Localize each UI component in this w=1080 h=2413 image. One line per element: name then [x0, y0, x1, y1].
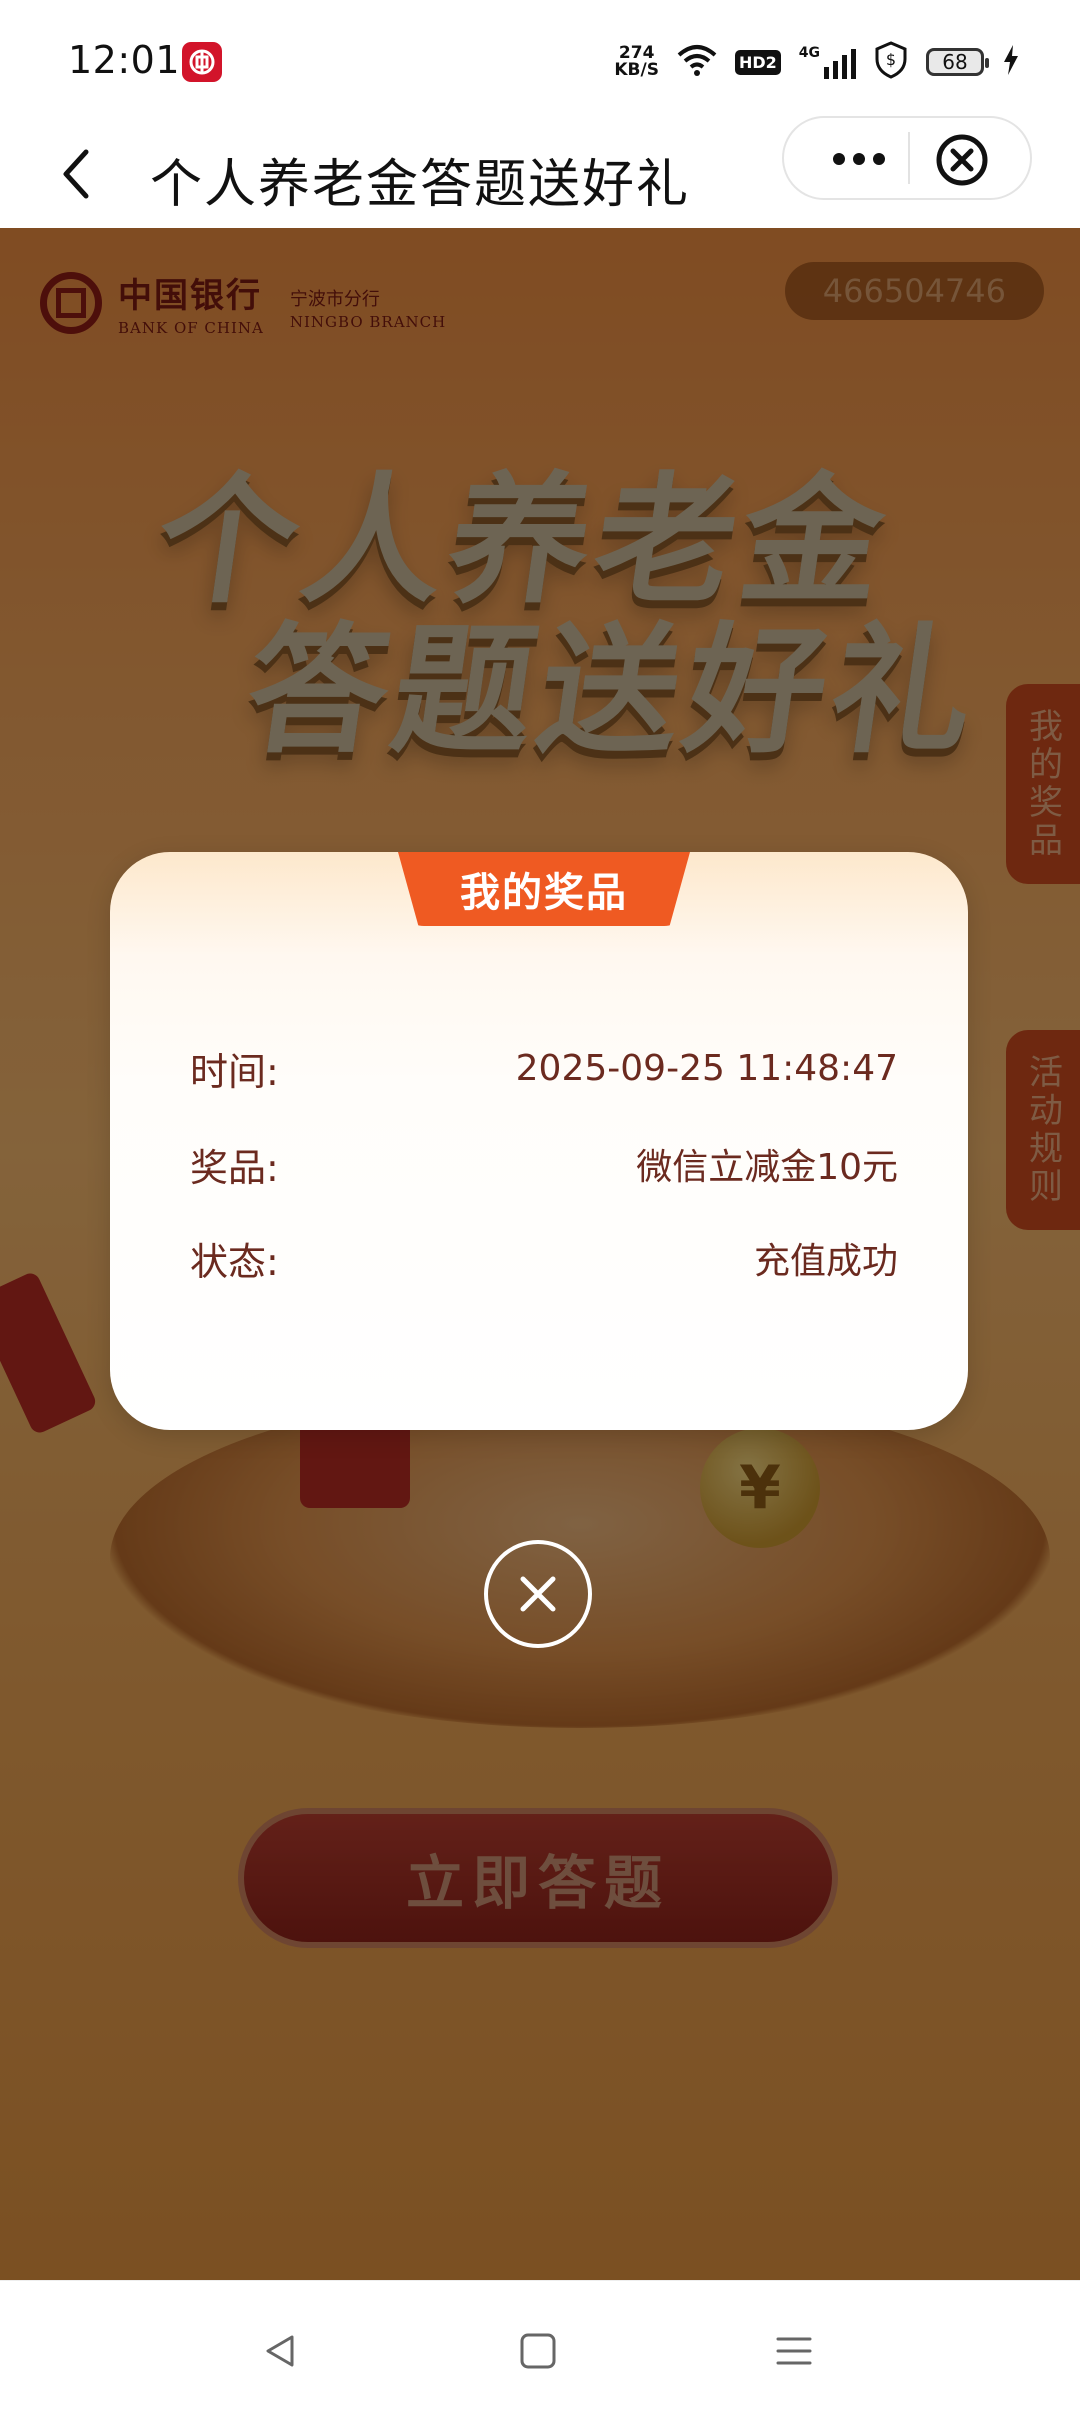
status-time: 12:01: [68, 38, 181, 82]
back-button[interactable]: [36, 134, 116, 214]
boc-app-icon: [182, 42, 222, 82]
more-button[interactable]: [824, 135, 894, 183]
prize-row-status: 状态: 充值成功: [190, 1228, 898, 1288]
status-value: 充值成功: [753, 1241, 898, 1282]
close-miniapp-button[interactable]: [932, 130, 992, 190]
dialog-close-button[interactable]: [484, 1540, 592, 1648]
time-value: 2025-09-25 11:48:47: [515, 1047, 898, 1089]
nav-back-button[interactable]: [250, 2321, 310, 2381]
close-circle-icon: [936, 134, 988, 186]
prize-value: 微信立减金10元: [636, 1147, 898, 1188]
shield-icon: $: [874, 41, 908, 83]
nav-recents-button[interactable]: [764, 2321, 824, 2381]
system-nav-bar: [0, 2280, 1080, 2413]
battery-icon: 68: [926, 48, 989, 76]
miniapp-capsule: [782, 116, 1032, 200]
chevron-left-icon: [63, 149, 89, 199]
prize-label: 奖品:: [190, 1145, 279, 1190]
square-home-icon: [520, 2333, 556, 2369]
prize-row-time: 时间: 2025-09-25 11:48:47: [190, 1038, 898, 1098]
wifi-icon: [677, 43, 717, 81]
more-dots-icon: [833, 153, 845, 165]
menu-icon: [776, 2337, 812, 2365]
nav-home-button[interactable]: [508, 2321, 568, 2381]
hd-icon: HD2: [734, 49, 781, 75]
svg-text:$: $: [886, 50, 896, 69]
prize-row-item: 奖品: 微信立减金10元: [190, 1134, 898, 1194]
triangle-back-icon: [266, 2335, 294, 2367]
close-icon: [520, 1576, 556, 1612]
status-bar: 12:01 274 KB/S HD2 4G $ 68: [0, 0, 1080, 120]
capsule-divider: [908, 132, 910, 184]
signal-icon: 4G: [799, 45, 856, 79]
status-label: 状态:: [190, 1239, 279, 1284]
charging-icon: [1002, 44, 1020, 80]
net-speed-indicator: 274 KB/S: [614, 43, 659, 80]
dialog-title: 我的奖品: [398, 852, 690, 926]
page-title: 个人养老金答题送好礼: [150, 155, 691, 215]
time-label: 时间:: [190, 1049, 279, 1094]
prize-dialog: 我的奖品 时间: 2025-09-25 11:48:47 奖品: 微信立减金10…: [110, 852, 968, 1430]
